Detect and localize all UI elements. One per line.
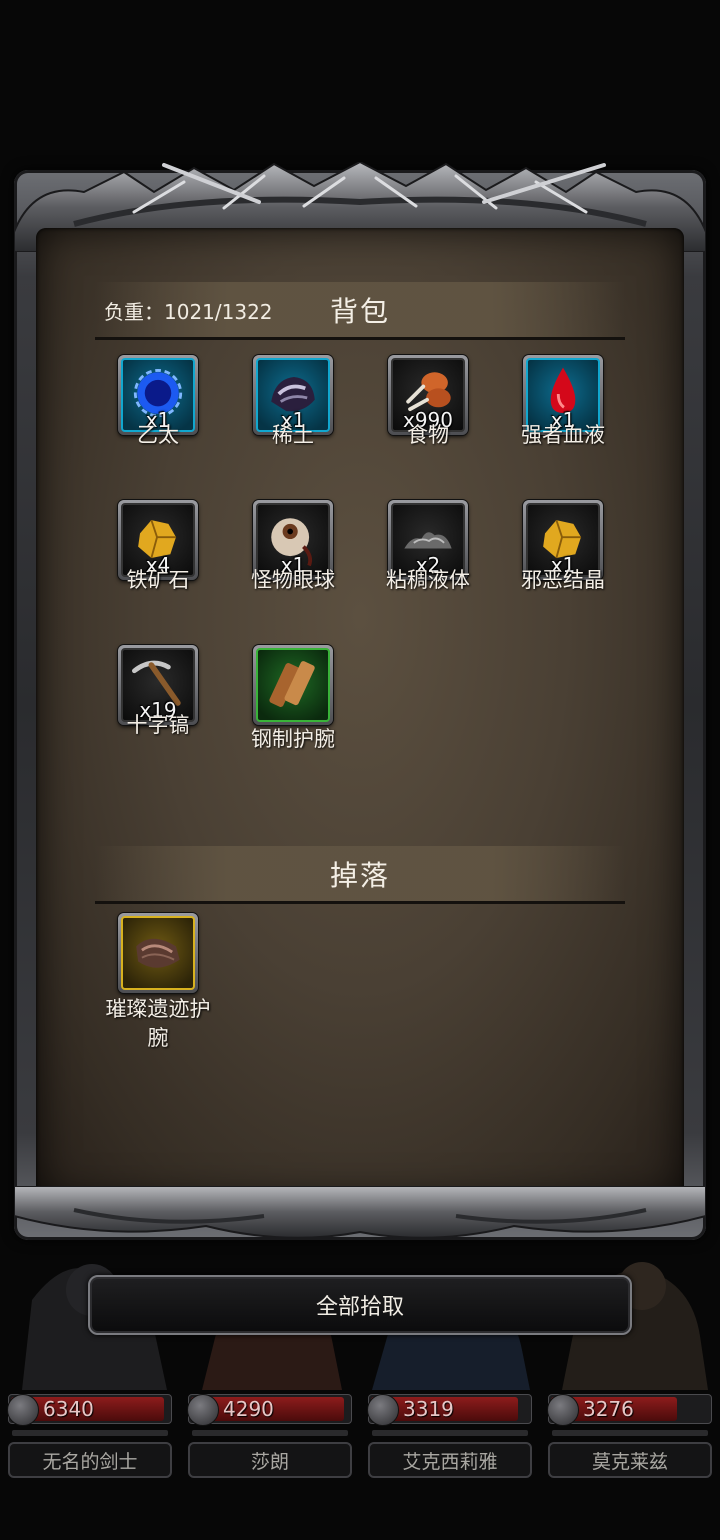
mp-bar xyxy=(12,1430,168,1436)
item-name: 粘稠液体 xyxy=(386,568,470,592)
item-name: 铁矿石 xyxy=(126,568,190,592)
hp-bar: 6340 xyxy=(7,1394,172,1426)
item-name: 怪物眼球 xyxy=(251,568,335,592)
item-slot[interactable] xyxy=(118,913,198,993)
item-monster-eyeball[interactable]: x1 怪物眼球 xyxy=(218,500,368,595)
hero-name: 莎朗 xyxy=(188,1442,352,1478)
drop-item-relic-bracer[interactable]: 璀璨遗迹护腕 xyxy=(83,913,233,1053)
item-iron-ore[interactable]: x4 铁矿石 xyxy=(83,500,233,595)
item-food[interactable]: x990 食物 xyxy=(353,355,503,450)
hp-icon xyxy=(367,1394,399,1426)
hp-bar: 4290 xyxy=(187,1394,352,1426)
item-pickaxe[interactable]: x19 十字镐 xyxy=(83,645,233,740)
item-rare-earth[interactable]: x1 稀土 xyxy=(218,355,368,450)
item-name: 强者血液 xyxy=(521,423,605,447)
item-aether[interactable]: x1 乙太 xyxy=(83,355,233,450)
item-name: 稀土 xyxy=(272,423,314,447)
item-slot[interactable] xyxy=(253,645,333,725)
mp-bar xyxy=(552,1430,708,1436)
item-steel-bracer[interactable]: 钢制护腕 xyxy=(218,645,368,754)
item-name: 乙太 xyxy=(137,423,179,447)
item-name: 食物 xyxy=(407,423,449,447)
hp-bar: 3276 xyxy=(547,1394,712,1426)
frame-bottom-ornament xyxy=(14,1186,706,1239)
backpack-title: 背包 xyxy=(329,295,390,328)
hp-value: 3276 xyxy=(583,1397,634,1421)
hp-icon xyxy=(547,1394,579,1426)
item-name: 十字镐 xyxy=(126,713,190,737)
hero-name: 艾克西莉雅 xyxy=(368,1442,532,1478)
hero-name: 莫克莱兹 xyxy=(548,1442,712,1478)
drops-title: 掉落 xyxy=(329,859,390,892)
hp-value: 6340 xyxy=(43,1397,94,1421)
hp-icon xyxy=(187,1394,219,1426)
pickup-all-button[interactable]: 全部拾取 xyxy=(88,1275,632,1335)
hero-name: 无名的剑士 xyxy=(8,1442,172,1478)
item-strong-blood[interactable]: x1 强者血液 xyxy=(488,355,638,450)
hp-value: 4290 xyxy=(223,1397,274,1421)
steel-bracer-icon xyxy=(269,661,315,707)
item-name: 璀璨遗迹护腕 xyxy=(105,997,211,1050)
hp-value: 3319 xyxy=(403,1397,454,1421)
relic-bracer-icon xyxy=(136,938,180,968)
item-evil-crystal[interactable]: x1 邪恶结晶 xyxy=(488,500,638,595)
mp-bar xyxy=(372,1430,528,1436)
item-name: 邪恶结晶 xyxy=(521,568,605,592)
item-viscous-liquid[interactable]: x2 粘稠液体 xyxy=(353,500,503,595)
mp-bar xyxy=(192,1430,348,1436)
item-name: 钢制护腕 xyxy=(251,727,335,751)
hp-bar: 3319 xyxy=(367,1394,532,1426)
hp-icon xyxy=(7,1394,39,1426)
